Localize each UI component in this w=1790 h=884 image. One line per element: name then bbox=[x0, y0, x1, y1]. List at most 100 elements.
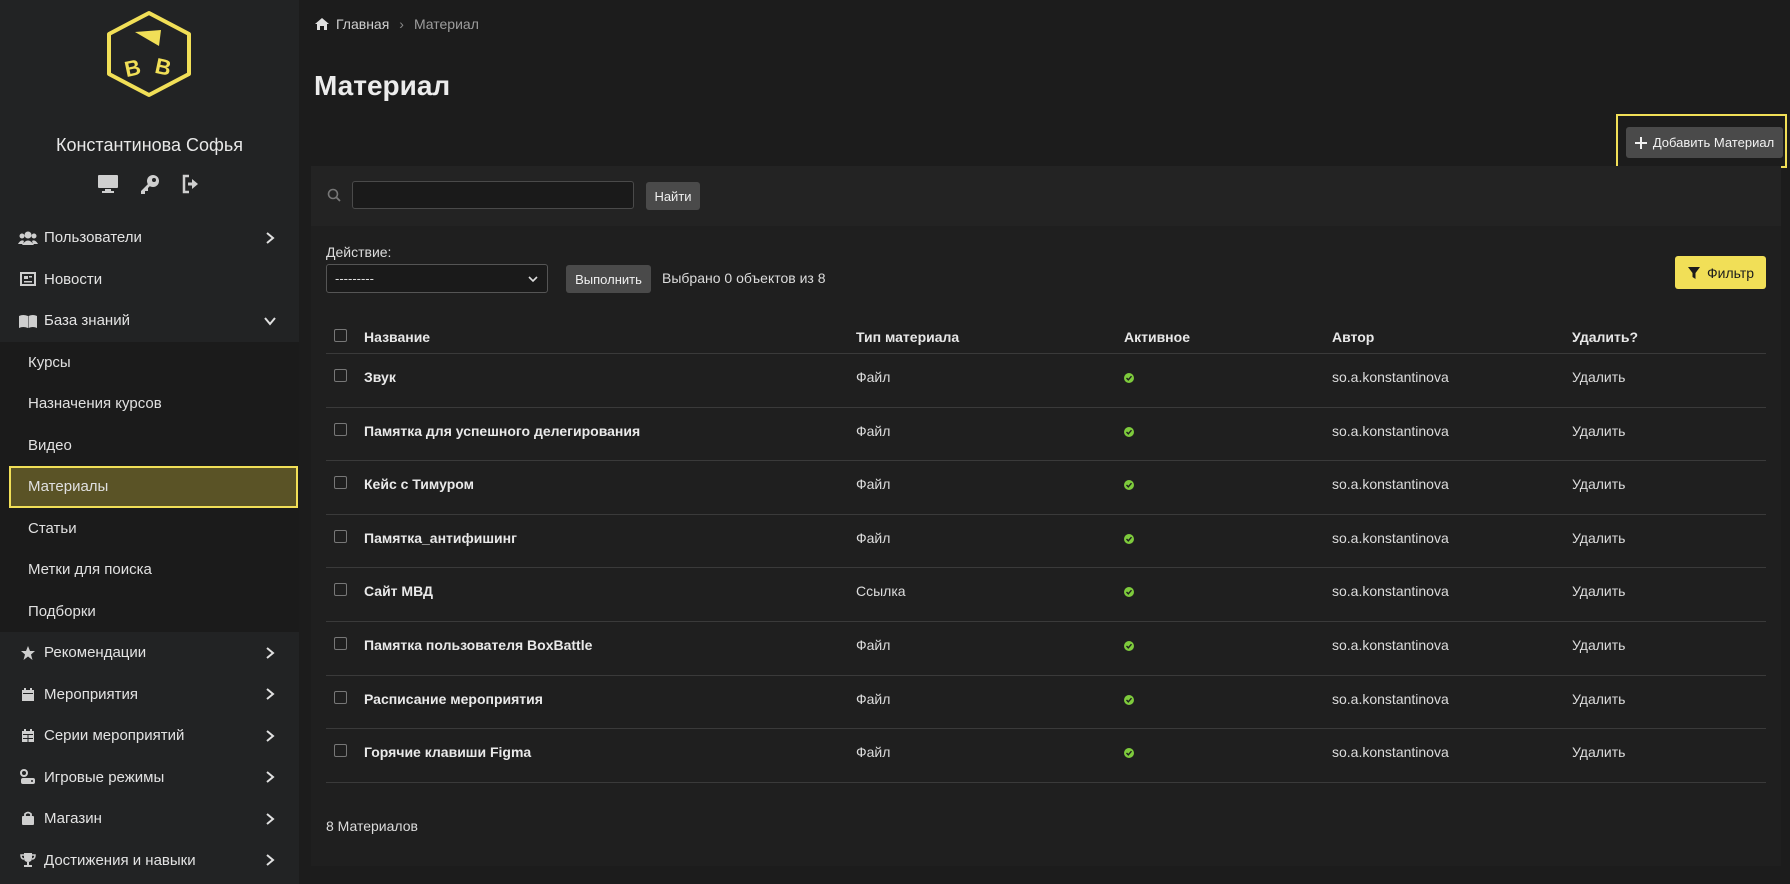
add-material-button[interactable]: Добавить Материал bbox=[1626, 127, 1783, 158]
material-name-link[interactable]: Горячие клавиши Figma bbox=[364, 744, 856, 760]
chevron-right-icon bbox=[266, 231, 275, 244]
sidebar-item-search-tags[interactable]: Метки для поиска bbox=[0, 549, 299, 591]
total-count: 8 Материалов bbox=[326, 818, 418, 834]
search-icon bbox=[327, 188, 341, 202]
sidebar-item-articles[interactable]: Статьи bbox=[0, 508, 299, 550]
header-active[interactable]: Активное bbox=[1124, 329, 1332, 345]
key-icon[interactable] bbox=[138, 172, 162, 196]
gamepad-icon bbox=[18, 768, 38, 786]
breadcrumb-separator: › bbox=[399, 16, 404, 32]
search-button[interactable]: Найти bbox=[646, 182, 700, 210]
home-icon[interactable] bbox=[314, 17, 330, 31]
sidebar-item-label: Новости bbox=[44, 270, 103, 288]
row-checkbox[interactable] bbox=[334, 422, 347, 436]
table-body: Звук Файл so.a.konstantinova Удалить Памятка… bbox=[326, 354, 1766, 783]
material-author: so.a.konstantinova bbox=[1332, 690, 1449, 707]
material-name-link[interactable]: Памятка_антифишинг bbox=[364, 530, 856, 546]
delete-link[interactable]: Удалить bbox=[1572, 476, 1762, 492]
material-type: Файл bbox=[856, 636, 891, 653]
sidebar-item-label: Видео bbox=[28, 436, 72, 454]
delete-link[interactable]: Удалить bbox=[1572, 583, 1762, 599]
row-checkbox[interactable] bbox=[334, 369, 347, 382]
sidebar-item-materials[interactable]: Материалы bbox=[9, 466, 298, 508]
sidebar-item-video[interactable]: Видео bbox=[0, 425, 299, 467]
material-name-link[interactable]: Сайт МВД bbox=[364, 583, 856, 599]
row-checkbox[interactable] bbox=[334, 529, 347, 543]
table-header: Название Тип материала Активное Автор Уд… bbox=[326, 320, 1766, 354]
table-row: Расписание мероприятия Файл so.a.konstanti… bbox=[326, 676, 1766, 730]
breadcrumb-home[interactable]: Главная bbox=[336, 16, 389, 32]
table-row: Памятка для успешного делегирования Файл s… bbox=[326, 408, 1766, 462]
table-row: Горячие клавиши Figma Файл so.a.konstantin… bbox=[326, 729, 1766, 783]
run-action-button[interactable]: Выполнить bbox=[566, 265, 651, 293]
delete-link[interactable]: Удалить bbox=[1572, 423, 1762, 439]
table-row: Кейс с Тимуром Файл so.a.konstantinova Удал… bbox=[326, 461, 1766, 515]
sidebar-nav: Пользователи Новости База знаний Курсы Н… bbox=[0, 217, 299, 881]
row-checkbox[interactable] bbox=[334, 744, 347, 758]
delete-link[interactable]: Удалить bbox=[1572, 530, 1762, 546]
material-name-link[interactable]: Звук bbox=[364, 369, 856, 385]
breadcrumb: Главная › Материал bbox=[314, 16, 479, 32]
sidebar-item-achievements[interactable]: Достижения и навыки bbox=[0, 840, 299, 882]
sidebar-item-courses[interactable]: Курсы bbox=[0, 342, 299, 384]
action-select-value: --------- bbox=[335, 271, 374, 286]
action-select[interactable]: --------- bbox=[326, 264, 548, 293]
search-input[interactable] bbox=[352, 181, 634, 209]
chevron-right-icon bbox=[266, 854, 275, 867]
sidebar-item-knowledge-base[interactable]: База знаний bbox=[0, 300, 299, 342]
sidebar-item-collections[interactable]: Подборки bbox=[0, 591, 299, 633]
header-name[interactable]: Название bbox=[364, 329, 856, 345]
sidebar-item-shop[interactable]: Магазин bbox=[0, 798, 299, 840]
sidebar-item-events[interactable]: Мероприятия bbox=[0, 674, 299, 716]
active-check-icon bbox=[1124, 587, 1134, 598]
delete-link[interactable]: Удалить bbox=[1572, 637, 1762, 653]
monitor-icon[interactable] bbox=[96, 172, 120, 196]
material-type: Файл bbox=[856, 529, 891, 546]
sidebar-item-course-assignments[interactable]: Назначения курсов bbox=[0, 383, 299, 425]
header-author[interactable]: Автор bbox=[1332, 329, 1572, 345]
material-name-link[interactable]: Памятка для успешного делегирования bbox=[364, 423, 856, 439]
sidebar-item-label: Пользователи bbox=[44, 229, 142, 247]
breadcrumb-current: Материал bbox=[413, 16, 479, 32]
delete-link[interactable]: Удалить bbox=[1572, 691, 1762, 707]
book-icon bbox=[18, 312, 38, 330]
material-name-link[interactable]: Кейс с Тимуром bbox=[364, 476, 856, 492]
filter-button-label: Фильтр bbox=[1706, 264, 1755, 281]
row-checkbox[interactable] bbox=[334, 583, 347, 597]
row-checkbox[interactable] bbox=[334, 636, 347, 650]
active-check-icon bbox=[1124, 694, 1134, 705]
active-check-icon bbox=[1124, 373, 1134, 383]
sidebar-item-label: Мероприятия bbox=[44, 685, 139, 703]
star-icon bbox=[18, 644, 38, 662]
materials-table: Название Тип материала Активное Автор Уд… bbox=[326, 320, 1766, 783]
table-row: Памятка пользователя BoxBattle Файл so.a.k… bbox=[326, 622, 1766, 676]
header-delete: Удалить? bbox=[1572, 328, 1639, 345]
row-checkbox[interactable] bbox=[334, 476, 347, 490]
user-actions bbox=[0, 172, 299, 196]
active-check-icon bbox=[1124, 640, 1134, 651]
sidebar-item-label: Магазин bbox=[44, 810, 102, 828]
row-checkbox[interactable] bbox=[334, 690, 347, 704]
sidebar-item-users[interactable]: Пользователи bbox=[0, 217, 299, 259]
sidebar-item-label: Курсы bbox=[28, 353, 71, 371]
sidebar-item-label: Метки для поиска bbox=[28, 561, 152, 579]
sidebar-item-recommendations[interactable]: Рекомендации bbox=[0, 632, 299, 674]
logo-icon: B B bbox=[107, 11, 191, 97]
sidebar-item-game-modes[interactable]: Игровые режимы bbox=[0, 757, 299, 799]
table-row: Звук Файл so.a.konstantinova Удалить bbox=[326, 354, 1766, 408]
sidebar-item-news[interactable]: Новости bbox=[0, 259, 299, 301]
filter-button[interactable]: Фильтр bbox=[1675, 256, 1766, 289]
selection-counter: Выбрано 0 объектов из 8 bbox=[662, 270, 826, 286]
table-row: Сайт МВД Ссылка so.a.konstantinova Удалить bbox=[326, 568, 1766, 622]
page-title: Материал bbox=[314, 70, 451, 101]
material-name-link[interactable]: Расписание мероприятия bbox=[364, 691, 856, 707]
sidebar-item-event-series[interactable]: Серии мероприятий bbox=[0, 715, 299, 757]
active-check-icon bbox=[1124, 748, 1134, 759]
logout-icon[interactable] bbox=[180, 172, 204, 196]
user-name: Константинова Софья bbox=[56, 135, 243, 155]
delete-link[interactable]: Удалить bbox=[1572, 369, 1762, 385]
header-type[interactable]: Тип материала bbox=[856, 329, 1124, 345]
material-name-link[interactable]: Памятка пользователя BoxBattle bbox=[364, 637, 856, 653]
delete-link[interactable]: Удалить bbox=[1572, 744, 1762, 760]
select-all-checkbox[interactable] bbox=[334, 328, 347, 342]
